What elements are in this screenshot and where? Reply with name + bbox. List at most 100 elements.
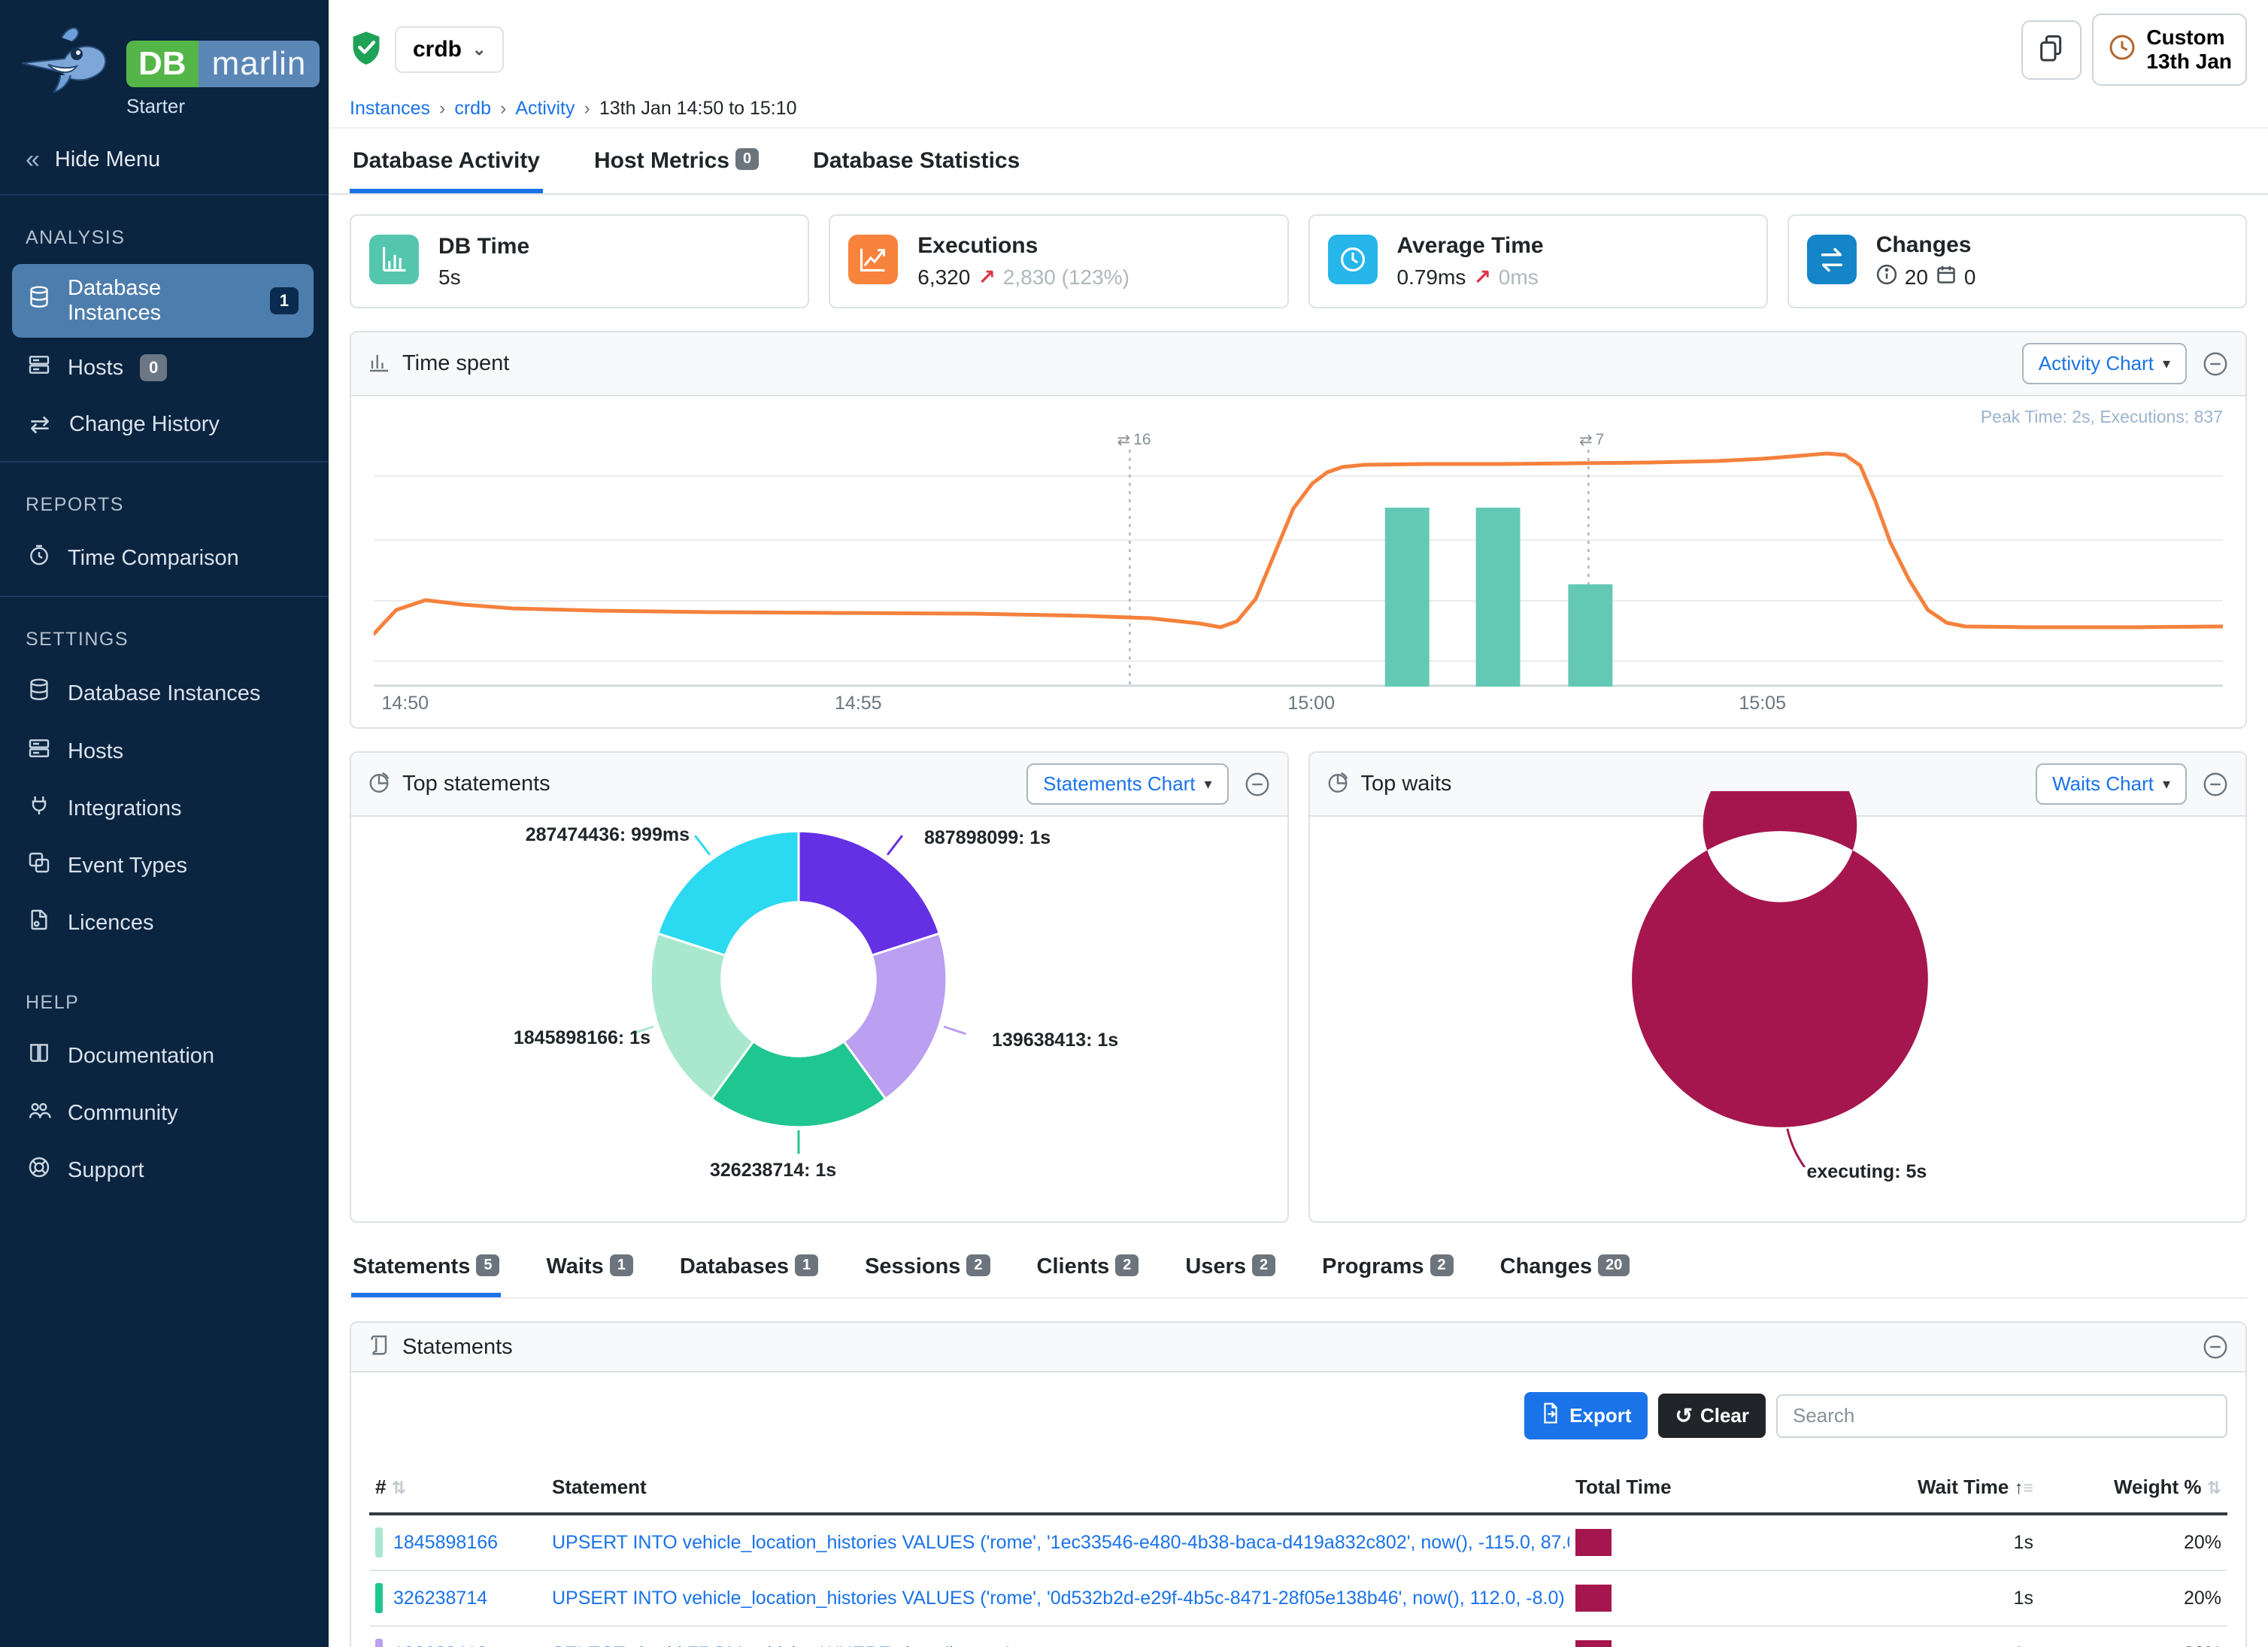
clock-icon bbox=[2107, 32, 2137, 68]
logo-db-badge: DB bbox=[126, 41, 199, 87]
collapse-panel-icon[interactable] bbox=[2202, 771, 2229, 798]
sort-asc-icon: ↑ bbox=[2015, 1478, 2024, 1498]
sidebar-item-licences[interactable]: Licences bbox=[12, 896, 314, 950]
export-icon bbox=[1541, 1402, 1560, 1430]
series-color-chip bbox=[375, 1639, 383, 1647]
column-header-statement[interactable]: Statement bbox=[546, 1462, 1569, 1514]
change-marker-2[interactable]: ⇄7 bbox=[1576, 431, 1607, 450]
kpi-changes: Changes 20 0 bbox=[1787, 214, 2247, 308]
top-waits-donut: executing: 5s bbox=[1310, 817, 2246, 1221]
panel-title: Top statements bbox=[402, 772, 550, 796]
sort-icon: ⇅ bbox=[392, 1478, 406, 1497]
time-spent-chart: Peak Time: 2s, Executions: 837 ⇄16 ⇄7 14… bbox=[351, 396, 2245, 727]
tab-badge: 0 bbox=[735, 148, 759, 170]
column-header-total-time[interactable]: Total Time bbox=[1569, 1462, 1761, 1514]
bar-chart-icon bbox=[369, 235, 419, 288]
tab-statements[interactable]: Statements5 bbox=[351, 1248, 501, 1297]
pie-chart-icon bbox=[368, 771, 390, 797]
marlin-fish-icon bbox=[18, 21, 116, 115]
instance-selector[interactable]: crdb ⌄ bbox=[395, 26, 504, 73]
sidebar-item-settings-hosts[interactable]: Hosts bbox=[12, 724, 314, 778]
collapse-panel-icon[interactable] bbox=[1244, 771, 1271, 798]
statement-link[interactable]: UPSERT INTO vehicle_location_histories V… bbox=[552, 1588, 1565, 1609]
sidebar-item-event-types[interactable]: Event Types bbox=[12, 839, 314, 893]
detail-tab-bar: Statements5 Waits1 Databases1 Sessions2 … bbox=[350, 1248, 2247, 1299]
activity-chart-selector[interactable]: Activity Chart ▾ bbox=[2022, 343, 2187, 384]
sidebar-item-support[interactable]: Support bbox=[12, 1143, 314, 1197]
tab-sessions[interactable]: Sessions2 bbox=[863, 1248, 991, 1297]
up-arrow-icon: ↗ bbox=[1473, 265, 1490, 290]
count-badge: 0 bbox=[140, 354, 167, 381]
clear-button[interactable]: ↺ Clear bbox=[1658, 1394, 1766, 1438]
tab-database-activity[interactable]: Database Activity bbox=[350, 129, 543, 193]
tab-waits[interactable]: Waits1 bbox=[544, 1248, 634, 1297]
column-header-wait-time[interactable]: Wait Time ↑≡ bbox=[1761, 1462, 2039, 1514]
tab-badge: 1 bbox=[610, 1254, 633, 1276]
tab-databases[interactable]: Databases1 bbox=[678, 1248, 820, 1297]
kpi-value: 5s bbox=[438, 265, 461, 290]
tab-users[interactable]: Users2 bbox=[1184, 1248, 1277, 1297]
statement-link[interactable]: UPSERT INTO vehicle_location_histories V… bbox=[552, 1532, 1569, 1553]
waits-chart-selector[interactable]: Waits Chart ▾ bbox=[2036, 763, 2187, 805]
chevron-down-icon: ▾ bbox=[2163, 354, 2170, 373]
sidebar-section-help: HELP Documentation Community Support bbox=[0, 960, 329, 1208]
statement-id-link[interactable]: 139638413 bbox=[393, 1643, 487, 1647]
column-header-weight[interactable]: Weight % ⇅ bbox=[2039, 1462, 2227, 1514]
breadcrumb-link-crdb[interactable]: crdb bbox=[454, 98, 491, 120]
time-range-button[interactable]: Custom 13th Jan bbox=[2092, 14, 2247, 86]
sidebar-item-time-comparison[interactable]: Time Comparison bbox=[12, 531, 314, 585]
sidebar-item-database-instances[interactable]: Database Instances 1 bbox=[12, 264, 314, 338]
donut-segment[interactable] bbox=[799, 832, 939, 956]
collapse-panel-icon[interactable] bbox=[2202, 1333, 2229, 1360]
tab-programs[interactable]: Programs2 bbox=[1320, 1248, 1455, 1297]
statements-chart-selector[interactable]: Statements Chart ▾ bbox=[1026, 763, 1228, 805]
search-input[interactable] bbox=[1776, 1394, 2227, 1438]
hide-menu-button[interactable]: « Hide Menu bbox=[0, 126, 329, 196]
time-spent-svg bbox=[374, 429, 2223, 687]
donut-label: 139638413: 1s bbox=[992, 1030, 1118, 1051]
export-button[interactable]: Export bbox=[1524, 1392, 1648, 1439]
total-time-bar bbox=[1575, 1640, 1612, 1647]
donut-label: executing: 5s bbox=[1807, 1161, 1927, 1183]
edition-label: Starter bbox=[126, 95, 320, 118]
pie-chart-icon bbox=[1327, 771, 1349, 797]
copy-button[interactable] bbox=[2021, 20, 2082, 80]
tab-host-metrics[interactable]: Host Metrics0 bbox=[591, 129, 762, 193]
tab-clients[interactable]: Clients2 bbox=[1035, 1248, 1141, 1297]
statement-link[interactable]: SELECT city, id FROM vehicles WHERE city… bbox=[552, 1643, 1009, 1647]
wait-time-value: 1s bbox=[1761, 1514, 2039, 1570]
sidebar-item-community[interactable]: Community bbox=[12, 1086, 314, 1140]
kpi-title: Executions bbox=[917, 233, 1129, 259]
collapse-panel-icon[interactable] bbox=[2202, 350, 2229, 378]
donut-segment[interactable] bbox=[1632, 791, 1928, 1127]
changes-info-count: 20 bbox=[1905, 265, 1928, 290]
breadcrumb-link-instances[interactable]: Instances bbox=[350, 98, 430, 120]
wait-time-value: 1s bbox=[1761, 1626, 2039, 1647]
sidebar-item-integrations[interactable]: Integrations bbox=[12, 781, 314, 836]
statement-id-link[interactable]: 326238714 bbox=[393, 1588, 487, 1609]
table-header-row: # ⇅ Statement Total Time Wait Time ↑≡ We… bbox=[369, 1462, 2227, 1514]
total-time-bar bbox=[1575, 1529, 1612, 1556]
donut-label: 326238714: 1s bbox=[710, 1160, 836, 1181]
tab-changes[interactable]: Changes20 bbox=[1499, 1248, 1632, 1297]
panel-title: Top waits bbox=[1361, 772, 1452, 796]
sidebar-item-hosts[interactable]: Hosts 0 bbox=[12, 341, 314, 395]
dbmarlin-logo[interactable]: DB marlin Starter bbox=[0, 0, 329, 126]
column-header-id[interactable]: # ⇅ bbox=[369, 1462, 546, 1514]
tab-database-statistics[interactable]: Database Statistics bbox=[810, 129, 1023, 193]
sidebar-item-documentation[interactable]: Documentation bbox=[12, 1029, 314, 1083]
tab-badge: 2 bbox=[966, 1254, 990, 1276]
weight-value: 20% bbox=[2039, 1514, 2227, 1570]
kpi-executions: Executions 6,320 ↗ 2,830 (123%) bbox=[829, 214, 1288, 308]
sidebar-item-settings-database-instances[interactable]: Database Instances bbox=[12, 666, 314, 721]
kpi-delta: 0ms bbox=[1499, 265, 1539, 290]
sidebar-item-change-history[interactable]: ⇄ Change History bbox=[12, 398, 314, 450]
undo-icon: ↺ bbox=[1675, 1403, 1692, 1428]
breadcrumb-link-activity[interactable]: Activity bbox=[515, 98, 575, 120]
donut-segment[interactable] bbox=[658, 832, 799, 956]
change-marker-1[interactable]: ⇄16 bbox=[1114, 431, 1154, 450]
statement-id-link[interactable]: 1845898166 bbox=[393, 1532, 498, 1554]
tab-badge: 2 bbox=[1430, 1254, 1454, 1276]
donut-label: 887898099: 1s bbox=[924, 827, 1051, 849]
tab-badge: 1 bbox=[795, 1254, 818, 1276]
